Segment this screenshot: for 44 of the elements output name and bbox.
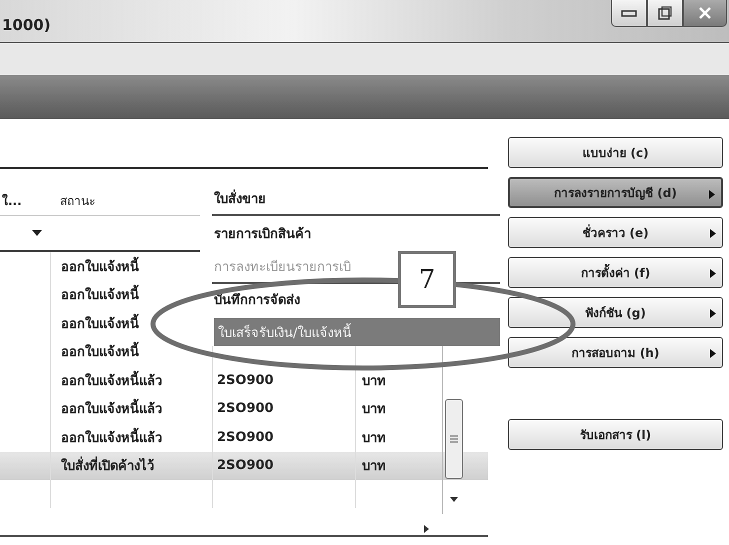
table-cell: 2SO900 bbox=[217, 430, 274, 445]
table-cell: ออกใบแจ้งหนี้แล้ว bbox=[61, 426, 162, 448]
table-row[interactable]: ใบสั่งที่เปิดค้างไว้ 2SO900 บาท bbox=[0, 452, 488, 480]
menu-item[interactable]: ใบสั่งขาย bbox=[200, 182, 270, 214]
window-title: 1000) bbox=[2, 16, 51, 34]
table-cell-text: บาท bbox=[362, 430, 386, 448]
restore-button[interactable] bbox=[647, 0, 683, 27]
restore-icon bbox=[658, 6, 672, 20]
receive-document-button[interactable]: รับเอกสาร (l) bbox=[508, 419, 723, 450]
table-cell: ออกใบแจ้งหนี้ bbox=[61, 341, 139, 362]
table-row[interactable]: ออกใบแจ้งหนี้แล้ว 2SO900 บาท bbox=[0, 366, 488, 394]
table-cell: 2SO900 bbox=[217, 401, 274, 416]
menu-item[interactable]: ใบเสร็จรับเงิน/ใบแจ้งหนี้ bbox=[214, 318, 500, 346]
dropdown-caret-icon[interactable] bbox=[32, 230, 42, 236]
scroll-down-icon[interactable] bbox=[450, 497, 458, 502]
menu-button[interactable]: ฟังก์ชัน (g) bbox=[508, 297, 723, 328]
menu-button[interactable]: การตั้งค่า (f) bbox=[508, 257, 723, 288]
menu-button[interactable]: แบบง่าย (c) bbox=[508, 137, 723, 168]
table-row[interactable]: ออกใบแจ้งหนี้แล้ว 2SO900 บาท bbox=[0, 394, 488, 423]
table-cell: 2SO900 bbox=[217, 458, 274, 474]
table-cell-text: บาท bbox=[362, 372, 386, 391]
table-cell: 2SO900 bbox=[217, 372, 274, 388]
grip-icon bbox=[450, 435, 458, 443]
table-cell: ออกใบแจ้งหนี้ bbox=[61, 312, 139, 334]
table-cell-text: บาท bbox=[362, 401, 386, 420]
table-cell: ออกใบแจ้งหนี้แล้ว bbox=[61, 370, 162, 391]
menu-item[interactable]: บันทึกการจัดส่ง bbox=[200, 284, 304, 314]
menu-button[interactable]: การสอบถาม (h) bbox=[508, 337, 723, 368]
menu-button[interactable]: ชั่วคราว (e) bbox=[508, 217, 723, 248]
minimize-button[interactable] bbox=[611, 0, 647, 27]
scroll-right-icon[interactable] bbox=[424, 525, 429, 533]
table-cell: ออกใบแจ้งหนี้ bbox=[61, 256, 139, 277]
table-cell: ออกใบแจ้งหนี้ bbox=[61, 284, 139, 306]
minimize-icon bbox=[621, 8, 637, 18]
callout-number: 7 bbox=[398, 251, 456, 308]
menu-button[interactable]: การลงรายการบัญชี (d) bbox=[508, 177, 723, 208]
column-header[interactable]: ใ... bbox=[0, 190, 50, 210]
table-cell: ออกใบแจ้งหนี้แล้ว bbox=[61, 398, 162, 420]
scroll-thumb[interactable] bbox=[445, 399, 463, 479]
close-button[interactable] bbox=[683, 0, 727, 27]
close-icon bbox=[698, 7, 712, 19]
table-cell: ใบสั่งที่เปิดค้างไว้ bbox=[61, 455, 154, 476]
menu-item[interactable]: รายการเบิกสินค้า bbox=[200, 216, 315, 250]
table-cell-text: บาท bbox=[362, 458, 386, 476]
